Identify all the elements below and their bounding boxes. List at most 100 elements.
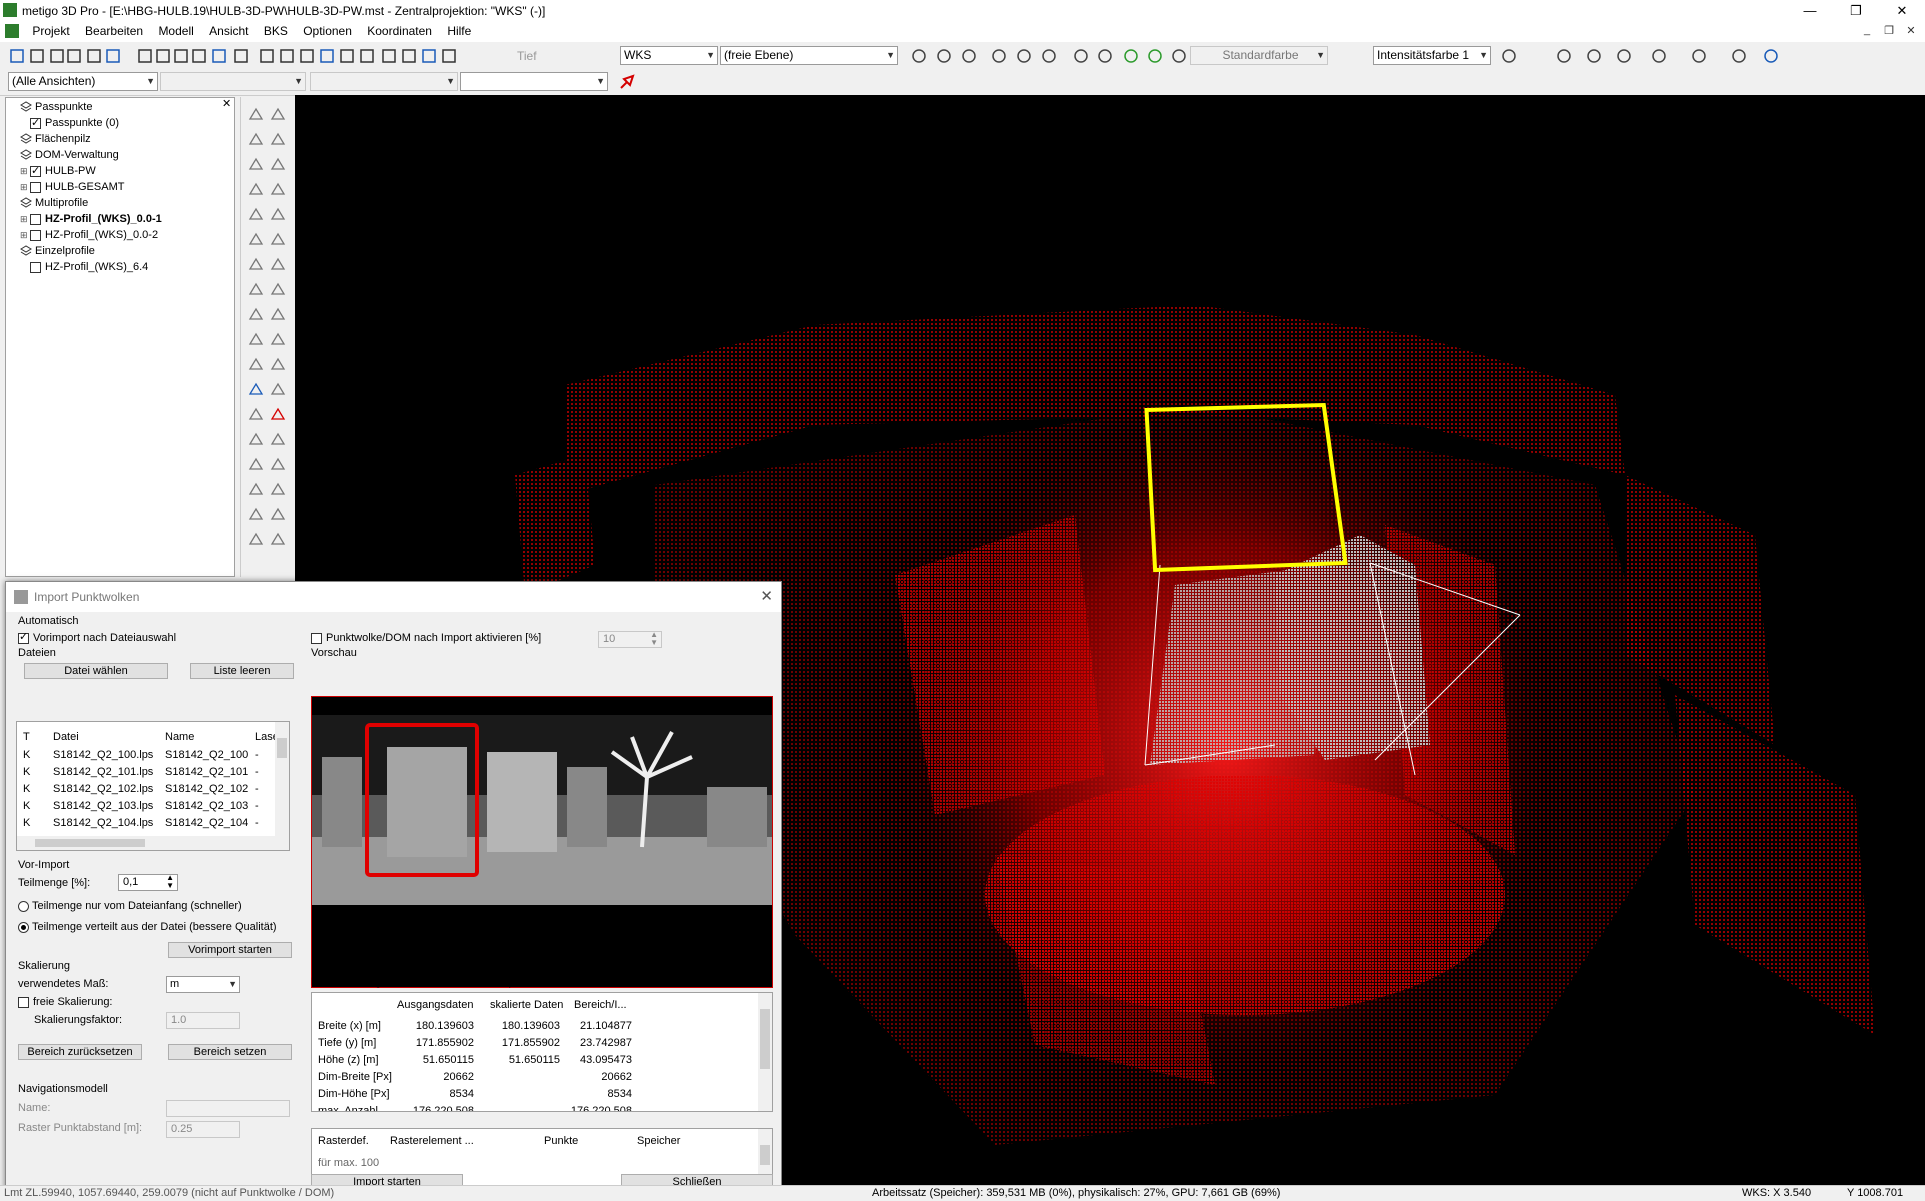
tool-icon[interactable]	[269, 505, 287, 523]
tool-icon[interactable]	[247, 330, 265, 348]
mdi-restore-icon[interactable]: ❐	[1880, 24, 1898, 37]
menu-modell[interactable]: Modell	[152, 22, 199, 40]
ebene-combo[interactable]: (freie Ebene) ▼	[720, 46, 898, 65]
radio-teilmenge-verteilt[interactable]: Teilmenge verteilt aus der Datei (besser…	[18, 921, 277, 933]
tool-icon[interactable]	[247, 480, 265, 498]
tool-icon[interactable]	[247, 505, 265, 523]
open-folder-icon[interactable]	[28, 47, 46, 65]
nav-icon[interactable]	[1730, 47, 1748, 65]
tool-icon[interactable]	[247, 280, 265, 298]
tree-item[interactable]: Multiprofile	[10, 195, 88, 211]
menu-koordinaten[interactable]: Koordinaten	[361, 22, 438, 40]
column-header[interactable]: Name	[165, 731, 194, 743]
file-cell[interactable]: S18142_Q2_102	[165, 783, 248, 795]
checkbox-unchecked[interactable]	[30, 213, 41, 225]
checkbox-unchecked[interactable]	[30, 181, 41, 193]
tree-item[interactable]: ⊞ HULB-GESAMT	[20, 179, 124, 195]
tree-item[interactable]: HZ-Profil_(WKS)_6.4	[20, 259, 148, 275]
tool-icon[interactable]	[247, 230, 265, 248]
tree-item[interactable]: Einzelprofile	[10, 243, 95, 259]
tree-item[interactable]: ⊞ HZ-Profil_(WKS)_0.0-2	[20, 227, 158, 243]
tool-icon[interactable]	[269, 455, 287, 473]
settings-icon[interactable]	[440, 47, 458, 65]
tool-icon[interactable]	[247, 155, 265, 173]
tool-icon[interactable]	[269, 155, 287, 173]
file-cell[interactable]: -	[255, 800, 259, 812]
view-combo-4[interactable]: ▼	[460, 72, 608, 91]
file-cell[interactable]: K	[23, 817, 30, 829]
camera-icon[interactable]	[1040, 47, 1058, 65]
freie-skalierung-checkbox[interactable]: freie Skalierung:	[18, 996, 113, 1008]
zoom-all-icon[interactable]	[190, 47, 208, 65]
cloud-icon[interactable]	[1146, 47, 1164, 65]
scrollbar-thumb[interactable]	[760, 1145, 770, 1165]
tool-icon[interactable]	[269, 230, 287, 248]
refresh-icon[interactable]	[1122, 47, 1140, 65]
column-header[interactable]: Rasterelement ...	[390, 1135, 474, 1147]
close-icon[interactable]: ✕	[760, 587, 773, 605]
dots-icon[interactable]	[1170, 47, 1188, 65]
mdi-close-icon[interactable]: ✕	[1902, 24, 1920, 37]
column-header[interactable]: Punkte	[544, 1135, 578, 1147]
mass-combo[interactable]: m ▼	[166, 976, 240, 993]
radio-teilmenge-anfang[interactable]: Teilmenge nur vom Dateianfang (schneller…	[18, 900, 242, 912]
liste-leeren-button[interactable]: Liste leeren	[190, 663, 294, 679]
restore-button[interactable]: ❐	[1833, 0, 1879, 22]
color-scale-icon[interactable]	[358, 47, 376, 65]
raster-input[interactable]: 0.25	[166, 1121, 240, 1138]
file-cell[interactable]: S18142_Q2_100	[165, 749, 248, 761]
save-icon[interactable]	[65, 47, 83, 65]
redo-icon[interactable]	[104, 47, 122, 65]
menu-ansicht[interactable]: Ansicht	[203, 22, 254, 40]
spinner-arrows-icon[interactable]: ▲ ▼	[166, 874, 174, 890]
tool-icon[interactable]	[269, 405, 287, 423]
tool-icon[interactable]	[269, 280, 287, 298]
aktivieren-checkbox[interactable]: Punktwolke/DOM nach Import aktivieren [%…	[311, 632, 541, 644]
tree-item[interactable]: Flächenpilz	[10, 131, 91, 147]
menu-projekt[interactable]: Projekt	[26, 22, 75, 40]
mdi-minimize-icon[interactable]: _	[1858, 24, 1876, 36]
column-header[interactable]: Ausgangsdaten	[397, 999, 473, 1011]
ttt-icon[interactable]	[1555, 47, 1573, 65]
select-icon[interactable]	[258, 47, 276, 65]
file-cell[interactable]: K	[23, 766, 30, 778]
tool-icon[interactable]	[247, 430, 265, 448]
zoom-prev-icon[interactable]	[210, 47, 228, 65]
target-icon[interactable]	[1096, 47, 1114, 65]
vertical-scrollbar[interactable]	[758, 993, 772, 1111]
document-icon[interactable]	[5, 24, 19, 38]
tool-icon[interactable]	[247, 405, 265, 423]
bereich-setzen-button[interactable]: Bereich setzen	[168, 1044, 292, 1060]
tool-icon[interactable]	[247, 180, 265, 198]
scrollbar-thumb[interactable]	[760, 1009, 770, 1069]
points-icon[interactable]	[338, 47, 356, 65]
file-cell[interactable]: K	[23, 800, 30, 812]
tool-icon[interactable]	[247, 105, 265, 123]
menu-bks[interactable]: BKS	[258, 22, 294, 40]
mesh-icon[interactable]	[1615, 47, 1633, 65]
view-combo-3[interactable]: ▼	[310, 72, 458, 91]
checkbox-unchecked[interactable]	[30, 261, 41, 273]
file-cell[interactable]: S18142_Q2_103.lps	[53, 800, 153, 812]
tile-icon[interactable]	[400, 47, 418, 65]
tool-icon[interactable]	[269, 430, 287, 448]
move-icon[interactable]	[298, 47, 316, 65]
chart-icon[interactable]	[1072, 47, 1090, 65]
zoom-in-icon[interactable]	[136, 47, 154, 65]
file-cell[interactable]: S18142_Q2_104	[165, 817, 248, 829]
open-icon[interactable]	[48, 47, 66, 65]
file-cell[interactable]: -	[255, 783, 259, 795]
checkbox-checked[interactable]	[30, 163, 41, 179]
expand-icon[interactable]: ⊞	[20, 179, 28, 195]
file-cell[interactable]: S18142_Q2_104.lps	[53, 817, 153, 829]
datei-waehlen-button[interactable]: Datei wählen	[24, 663, 168, 679]
mountain-icon[interactable]	[1500, 47, 1518, 65]
view-combo-2[interactable]: ▼	[160, 72, 306, 91]
file-cell[interactable]: -	[255, 749, 259, 761]
zoom-window-icon[interactable]	[172, 47, 190, 65]
expand-icon[interactable]: ⊞	[20, 211, 28, 227]
axes-icon[interactable]	[935, 47, 953, 65]
tool-icon[interactable]	[269, 355, 287, 373]
tool-icon[interactable]	[269, 305, 287, 323]
ansichten-combo[interactable]: (Alle Ansichten) ▼	[8, 72, 158, 91]
